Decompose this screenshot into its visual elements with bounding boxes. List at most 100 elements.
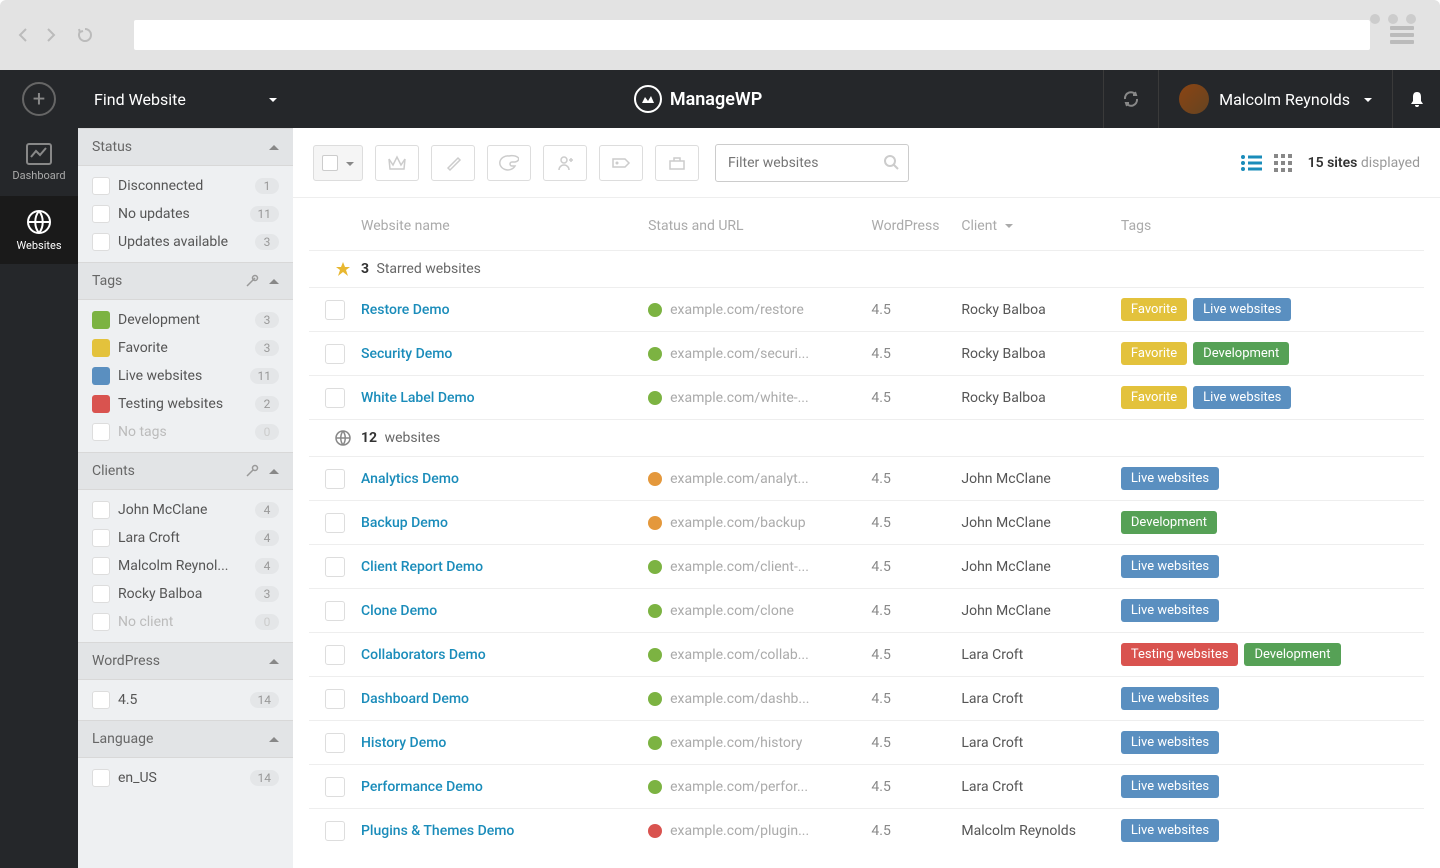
filter-item[interactable]: No tags0 bbox=[78, 418, 293, 446]
th-status[interactable]: Status and URL bbox=[648, 218, 871, 234]
row-checkbox[interactable] bbox=[325, 777, 345, 797]
filter-header-wordpress[interactable]: WordPress bbox=[78, 642, 293, 680]
filter-item[interactable]: en_US14 bbox=[78, 764, 293, 792]
row-checkbox[interactable] bbox=[325, 388, 345, 408]
filter-header-language[interactable]: Language bbox=[78, 720, 293, 758]
row-checkbox[interactable] bbox=[325, 821, 345, 841]
filter-websites-input[interactable] bbox=[715, 144, 909, 182]
filter-item[interactable]: Live websites11 bbox=[78, 362, 293, 390]
row-checkbox[interactable] bbox=[325, 733, 345, 753]
site-name-link[interactable]: Clone Demo bbox=[361, 603, 648, 619]
filter-checkbox[interactable] bbox=[92, 205, 110, 223]
filter-checkbox[interactable] bbox=[92, 177, 110, 195]
site-name-link[interactable]: Collaborators Demo bbox=[361, 647, 648, 663]
table-row[interactable]: Clone Demoexample.com/clone4.5John McCla… bbox=[309, 588, 1424, 632]
add-button[interactable]: + bbox=[0, 82, 78, 116]
filter-checkbox[interactable] bbox=[92, 769, 110, 787]
th-client[interactable]: Client bbox=[961, 218, 1121, 234]
tag-pill[interactable]: Favorite bbox=[1121, 298, 1187, 321]
filter-checkbox[interactable] bbox=[92, 501, 110, 519]
th-wordpress[interactable]: WordPress bbox=[871, 218, 961, 234]
filter-checkbox[interactable] bbox=[92, 529, 110, 547]
tag-pill[interactable]: Live websites bbox=[1121, 599, 1219, 622]
tag-pill[interactable]: Live websites bbox=[1121, 467, 1219, 490]
filter-checkbox[interactable] bbox=[92, 233, 110, 251]
forward-icon[interactable] bbox=[42, 27, 58, 43]
toolbar-btn-1[interactable] bbox=[375, 145, 419, 181]
reload-icon[interactable] bbox=[76, 26, 94, 44]
toolbar-btn-3[interactable] bbox=[487, 145, 531, 181]
tag-pill[interactable]: Development bbox=[1193, 342, 1289, 365]
tag-pill[interactable]: Live websites bbox=[1121, 555, 1219, 578]
row-checkbox[interactable] bbox=[325, 689, 345, 709]
table-row[interactable]: Backup Demoexample.com/backup4.5John McC… bbox=[309, 500, 1424, 544]
table-row[interactable]: Plugins & Themes Demoexample.com/plugin.… bbox=[309, 808, 1424, 852]
tag-pill[interactable]: Development bbox=[1121, 511, 1217, 534]
tag-pill[interactable]: Favorite bbox=[1121, 386, 1187, 409]
filter-checkbox[interactable] bbox=[92, 613, 110, 631]
toolbar-btn-6[interactable] bbox=[655, 145, 699, 181]
url-bar[interactable] bbox=[134, 20, 1370, 50]
filter-item[interactable]: Lara Croft4 bbox=[78, 524, 293, 552]
tag-pill[interactable]: Live websites bbox=[1121, 819, 1219, 842]
table-row[interactable]: Collaborators Demoexample.com/collab...4… bbox=[309, 632, 1424, 676]
tag-pill[interactable]: Live websites bbox=[1121, 775, 1219, 798]
site-name-link[interactable]: Backup Demo bbox=[361, 515, 648, 531]
list-view-icon[interactable] bbox=[1240, 154, 1262, 172]
filter-item[interactable]: Favorite3 bbox=[78, 334, 293, 362]
tag-pill[interactable]: Live websites bbox=[1121, 731, 1219, 754]
site-name-link[interactable]: Dashboard Demo bbox=[361, 691, 648, 707]
row-checkbox[interactable] bbox=[325, 513, 345, 533]
grid-view-icon[interactable] bbox=[1274, 154, 1292, 172]
site-name-link[interactable]: Plugins & Themes Demo bbox=[361, 823, 648, 839]
back-icon[interactable] bbox=[16, 27, 32, 43]
th-name[interactable]: Website name bbox=[361, 218, 648, 234]
filter-header-clients[interactable]: Clients bbox=[78, 452, 293, 490]
toolbar-btn-5[interactable] bbox=[599, 145, 643, 181]
select-all-dropdown[interactable] bbox=[313, 145, 363, 181]
tag-pill[interactable]: Favorite bbox=[1121, 342, 1187, 365]
toolbar-btn-2[interactable] bbox=[431, 145, 475, 181]
row-checkbox[interactable] bbox=[325, 645, 345, 665]
filter-item[interactable]: 4.514 bbox=[78, 686, 293, 714]
site-name-link[interactable]: White Label Demo bbox=[361, 390, 648, 406]
rail-dashboard[interactable]: Dashboard bbox=[0, 128, 78, 196]
filter-checkbox[interactable] bbox=[92, 423, 110, 441]
filter-item[interactable]: No updates11 bbox=[78, 200, 293, 228]
site-name-link[interactable]: Security Demo bbox=[361, 346, 648, 362]
tag-pill[interactable]: Live websites bbox=[1193, 298, 1291, 321]
filter-item[interactable]: No client0 bbox=[78, 608, 293, 636]
filter-checkbox[interactable] bbox=[92, 691, 110, 709]
filter-item[interactable]: Malcolm Reynol...4 bbox=[78, 552, 293, 580]
row-checkbox[interactable] bbox=[325, 557, 345, 577]
table-row[interactable]: Client Report Demoexample.com/client-...… bbox=[309, 544, 1424, 588]
table-row[interactable]: Restore Demoexample.com/restore4.5Rocky … bbox=[309, 287, 1424, 331]
site-name-link[interactable]: Performance Demo bbox=[361, 779, 648, 795]
browser-menu-icon[interactable] bbox=[1390, 23, 1414, 47]
row-checkbox[interactable] bbox=[325, 601, 345, 621]
site-name-link[interactable]: History Demo bbox=[361, 735, 648, 751]
table-row[interactable]: Dashboard Demoexample.com/dashb...4.5Lar… bbox=[309, 676, 1424, 720]
tag-pill[interactable]: Live websites bbox=[1193, 386, 1291, 409]
toolbar-btn-4[interactable] bbox=[543, 145, 587, 181]
site-name-link[interactable]: Client Report Demo bbox=[361, 559, 648, 575]
site-name-link[interactable]: Analytics Demo bbox=[361, 471, 648, 487]
table-row[interactable]: Security Demoexample.com/securi...4.5Roc… bbox=[309, 331, 1424, 375]
filter-header-tags[interactable]: Tags bbox=[78, 262, 293, 300]
wrench-icon[interactable] bbox=[245, 464, 259, 478]
table-row[interactable]: White Label Demoexample.com/white-...4.5… bbox=[309, 375, 1424, 419]
filter-item[interactable]: Testing websites2 bbox=[78, 390, 293, 418]
th-tags[interactable]: Tags bbox=[1121, 218, 1408, 234]
notifications-button[interactable] bbox=[1392, 70, 1440, 128]
filter-item[interactable]: Disconnected1 bbox=[78, 172, 293, 200]
filter-item[interactable]: John McClane4 bbox=[78, 496, 293, 524]
table-row[interactable]: Analytics Demoexample.com/analyt...4.5Jo… bbox=[309, 456, 1424, 500]
wrench-icon[interactable] bbox=[245, 274, 259, 288]
sync-button[interactable] bbox=[1103, 70, 1159, 128]
tag-pill[interactable]: Testing websites bbox=[1121, 643, 1239, 666]
tag-pill[interactable]: Development bbox=[1244, 643, 1340, 666]
filter-header-status[interactable]: Status bbox=[78, 128, 293, 166]
row-checkbox[interactable] bbox=[325, 469, 345, 489]
filter-item[interactable]: Development3 bbox=[78, 306, 293, 334]
row-checkbox[interactable] bbox=[325, 344, 345, 364]
